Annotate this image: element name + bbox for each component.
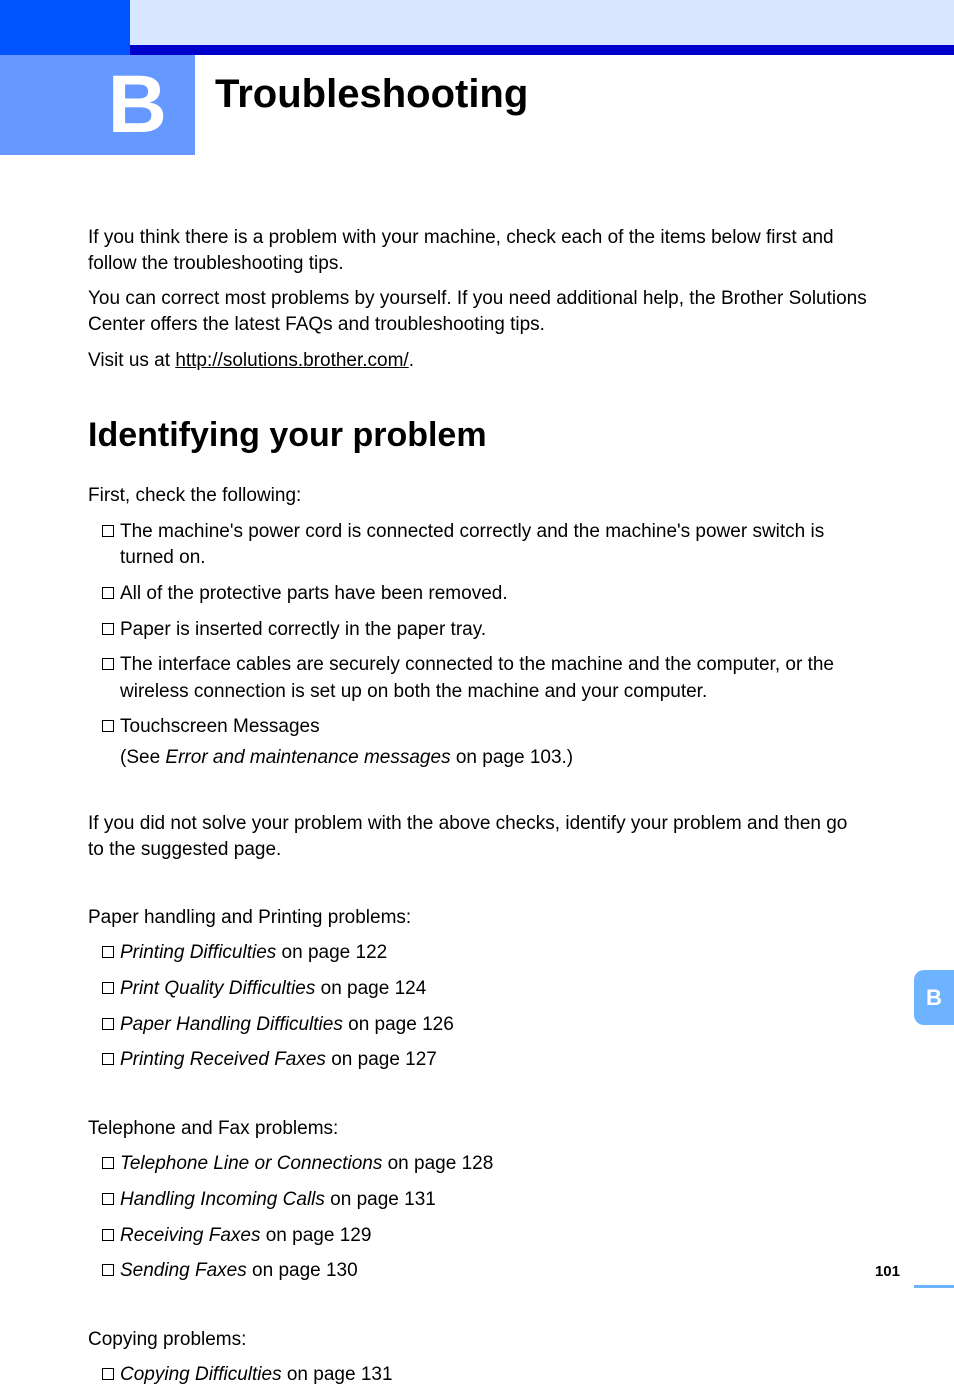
list-item: Print Quality Difficulties on page 124: [88, 976, 868, 1003]
first-check-intro: First, check the following:: [88, 483, 868, 509]
solutions-url-link[interactable]: http://solutions.brother.com/: [175, 350, 408, 371]
check-item-text: Touchscreen Messages: [120, 716, 320, 737]
list-item: Sending Faxes on page 130: [88, 1258, 868, 1285]
intro-paragraph-1: If you think there is a problem with you…: [88, 225, 868, 276]
intro-paragraph-2: You can correct most problems by yoursel…: [88, 286, 868, 337]
list-item: Printing Received Faxes on page 127: [88, 1047, 868, 1074]
followup-paragraph: If you did not solve your problem with t…: [88, 811, 868, 862]
check-item-text: Paper is inserted correctly in the paper…: [120, 619, 486, 640]
xref-suffix: on page 122: [276, 942, 387, 963]
content-area: If you think there is a problem with you…: [88, 225, 868, 1398]
xref-title[interactable]: Paper Handling Difficulties: [120, 1014, 343, 1035]
check-item-text: The interface cables are securely connec…: [120, 654, 834, 702]
header-band: [0, 45, 954, 55]
xref-title[interactable]: Print Quality Difficulties: [120, 978, 315, 999]
check-item-text: All of the protective parts have been re…: [120, 583, 508, 604]
list-item: Paper Handling Difficulties on page 126: [88, 1012, 868, 1039]
intro-paragraph-3: Visit us at http://solutions.brother.com…: [88, 348, 868, 374]
list-item: Touchscreen Messages (See Error and main…: [88, 714, 868, 771]
list-item: Handling Incoming Calls on page 131: [88, 1187, 868, 1214]
list-item: Copying Difficulties on page 131: [88, 1362, 868, 1389]
section-heading: Identifying your problem: [88, 413, 868, 459]
xref-suffix: on page 124: [315, 978, 426, 999]
touchscreen-note: (See Error and maintenance messages on p…: [120, 745, 868, 772]
group-list-paper: Printing Difficulties on page 122 Print …: [88, 940, 868, 1073]
visit-prefix: Visit us at: [88, 350, 175, 371]
side-tab: B: [914, 970, 954, 1025]
xref-title[interactable]: Printing Received Faxes: [120, 1049, 326, 1070]
note-prefix: (See: [120, 747, 165, 768]
note-suffix: on page 103.): [451, 747, 574, 768]
header-light-box: [130, 0, 954, 45]
group-list-copy: Copying Difficulties on page 131: [88, 1362, 868, 1389]
note-xref[interactable]: Error and maintenance messages: [165, 747, 450, 768]
group-heading: Telephone and Fax problems:: [88, 1116, 868, 1142]
appendix-box: B: [0, 55, 195, 155]
list-item: The machine's power cord is connected co…: [88, 519, 868, 572]
side-tab-label: B: [926, 985, 942, 1011]
xref-title[interactable]: Sending Faxes: [120, 1260, 247, 1281]
xref-title[interactable]: Handling Incoming Calls: [120, 1189, 325, 1210]
xref-suffix: on page 127: [326, 1049, 437, 1070]
xref-suffix: on page 128: [382, 1153, 493, 1174]
footer-accent-bar: [914, 1285, 954, 1288]
check-list: The machine's power cord is connected co…: [88, 519, 868, 772]
list-item: The interface cables are securely connec…: [88, 652, 868, 705]
xref-suffix: on page 126: [343, 1014, 454, 1035]
list-item: Telephone Line or Connections on page 12…: [88, 1151, 868, 1178]
list-item: Receiving Faxes on page 129: [88, 1223, 868, 1250]
list-item: All of the protective parts have been re…: [88, 581, 868, 608]
xref-suffix: on page 129: [260, 1225, 371, 1246]
list-item: Paper is inserted correctly in the paper…: [88, 617, 868, 644]
visit-suffix: .: [409, 350, 414, 371]
group-heading: Copying problems:: [88, 1327, 868, 1353]
xref-title[interactable]: Printing Difficulties: [120, 942, 276, 963]
xref-suffix: on page 131: [325, 1189, 436, 1210]
page-title: Troubleshooting: [215, 72, 528, 117]
xref-title[interactable]: Receiving Faxes: [120, 1225, 260, 1246]
appendix-letter: B: [108, 58, 167, 152]
xref-title[interactable]: Telephone Line or Connections: [120, 1153, 382, 1174]
page-number: 101: [875, 1263, 900, 1280]
xref-title[interactable]: Copying Difficulties: [120, 1364, 282, 1385]
check-item-text: The machine's power cord is connected co…: [120, 521, 824, 569]
group-list-fax: Telephone Line or Connections on page 12…: [88, 1151, 868, 1284]
xref-suffix: on page 131: [282, 1364, 393, 1385]
group-heading: Paper handling and Printing problems:: [88, 905, 868, 931]
xref-suffix: on page 130: [247, 1260, 358, 1281]
list-item: Printing Difficulties on page 122: [88, 940, 868, 967]
